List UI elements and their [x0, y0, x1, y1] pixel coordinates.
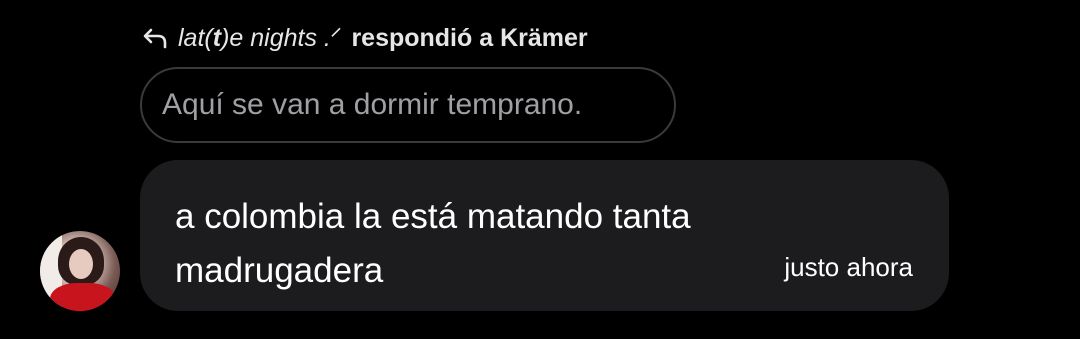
replier-name[interactable]: lat(t)e nights .ᐟ: [178, 23, 341, 53]
quoted-message[interactable]: Aquí se van a dormir temprano.: [140, 67, 676, 143]
message-text: a colombia la está matando tanta madruga…: [175, 197, 691, 290]
message-bubble[interactable]: a colombia la está matando tanta madruga…: [140, 160, 949, 311]
reply-action-text: respondió a Krämer: [351, 23, 588, 52]
reply-arrow-icon: [142, 25, 168, 51]
message-timestamp: justo ahora: [784, 252, 913, 282]
quoted-message-text: Aquí se van a dormir temprano.: [162, 88, 583, 121]
avatar[interactable]: [40, 231, 120, 311]
reply-header: lat(t)e nights .ᐟ respondió a Krämer: [142, 20, 588, 56]
